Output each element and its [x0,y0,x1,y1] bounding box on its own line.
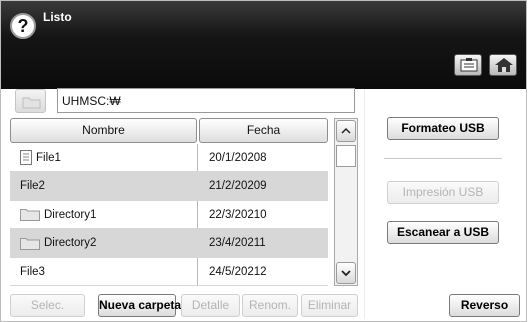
file-date: 20/1/20208 [209,152,267,164]
file-list: File1 20/1/20208 File2 21/2/20209 Direct… [10,144,328,286]
file-date: 21/2/20209 [209,180,267,193]
file-date: 22/3/20210 [209,208,267,221]
file-name: File3 [20,265,45,278]
scan-to-usb-button[interactable]: Escanear a USB [387,221,499,244]
file-name: File2 [20,180,45,193]
job-status-button[interactable] [454,54,482,76]
panel-divider [364,89,365,319]
file-date: 24/5/20212 [209,265,267,278]
folder-name: Directory1 [44,208,97,221]
rename-button[interactable]: Renom. [242,294,298,317]
header-bar: ? Listo [1,1,526,89]
file-name-cell: File2 [20,172,200,200]
folder-icon [20,237,40,250]
file-name: File1 [36,152,61,164]
file-date: 23/4/20211 [209,237,266,250]
folder-up-icon [22,97,41,109]
parent-folder-button[interactable] [15,89,46,113]
detail-button[interactable]: Detalle [181,294,240,317]
path-field[interactable] [57,88,355,113]
select-button[interactable]: Selec. [10,294,85,317]
column-header-date[interactable]: Fecha [199,118,328,143]
list-item[interactable]: File2 21/2/20209 [10,172,328,201]
folder-name: Directory2 [44,237,97,250]
folder-icon [20,209,40,222]
scrollbar[interactable] [334,118,358,286]
clipboard-icon [460,58,478,72]
list-item[interactable]: Directory2 23/4/20211 [10,229,328,258]
scroll-thumb[interactable] [336,145,356,167]
status-text: Listo [43,10,72,24]
column-header-name[interactable]: Nombre [10,118,197,143]
usb-file-browser: ? Listo Nombre Fecha [0,0,527,322]
scroll-down-button[interactable] [336,262,356,284]
list-item[interactable]: Directory1 22/3/20210 [10,201,328,230]
print-usb-button[interactable]: Impresión USB [387,181,499,204]
back-button[interactable]: Reverso [449,294,520,317]
file-name-cell: File1 [14,144,194,172]
new-folder-button[interactable]: Nueva carpeta [98,294,181,317]
scroll-up-button[interactable] [336,120,356,142]
file-name-cell: File3 [20,258,200,286]
delete-button[interactable]: Eliminar [301,294,358,317]
file-icon [20,150,32,166]
list-item[interactable]: File1 20/1/20208 [10,144,328,173]
home-button[interactable] [489,54,517,76]
help-icon[interactable]: ? [10,13,36,39]
chevron-up-icon [341,127,351,134]
home-icon [495,58,513,72]
format-usb-button[interactable]: Formateo USB [387,117,499,140]
file-name-cell: Directory1 [14,201,194,229]
list-item[interactable]: File3 24/5/20212 [10,258,328,286]
file-name-cell: Directory2 [14,229,194,257]
chevron-down-icon [341,270,351,277]
separator [384,158,502,159]
